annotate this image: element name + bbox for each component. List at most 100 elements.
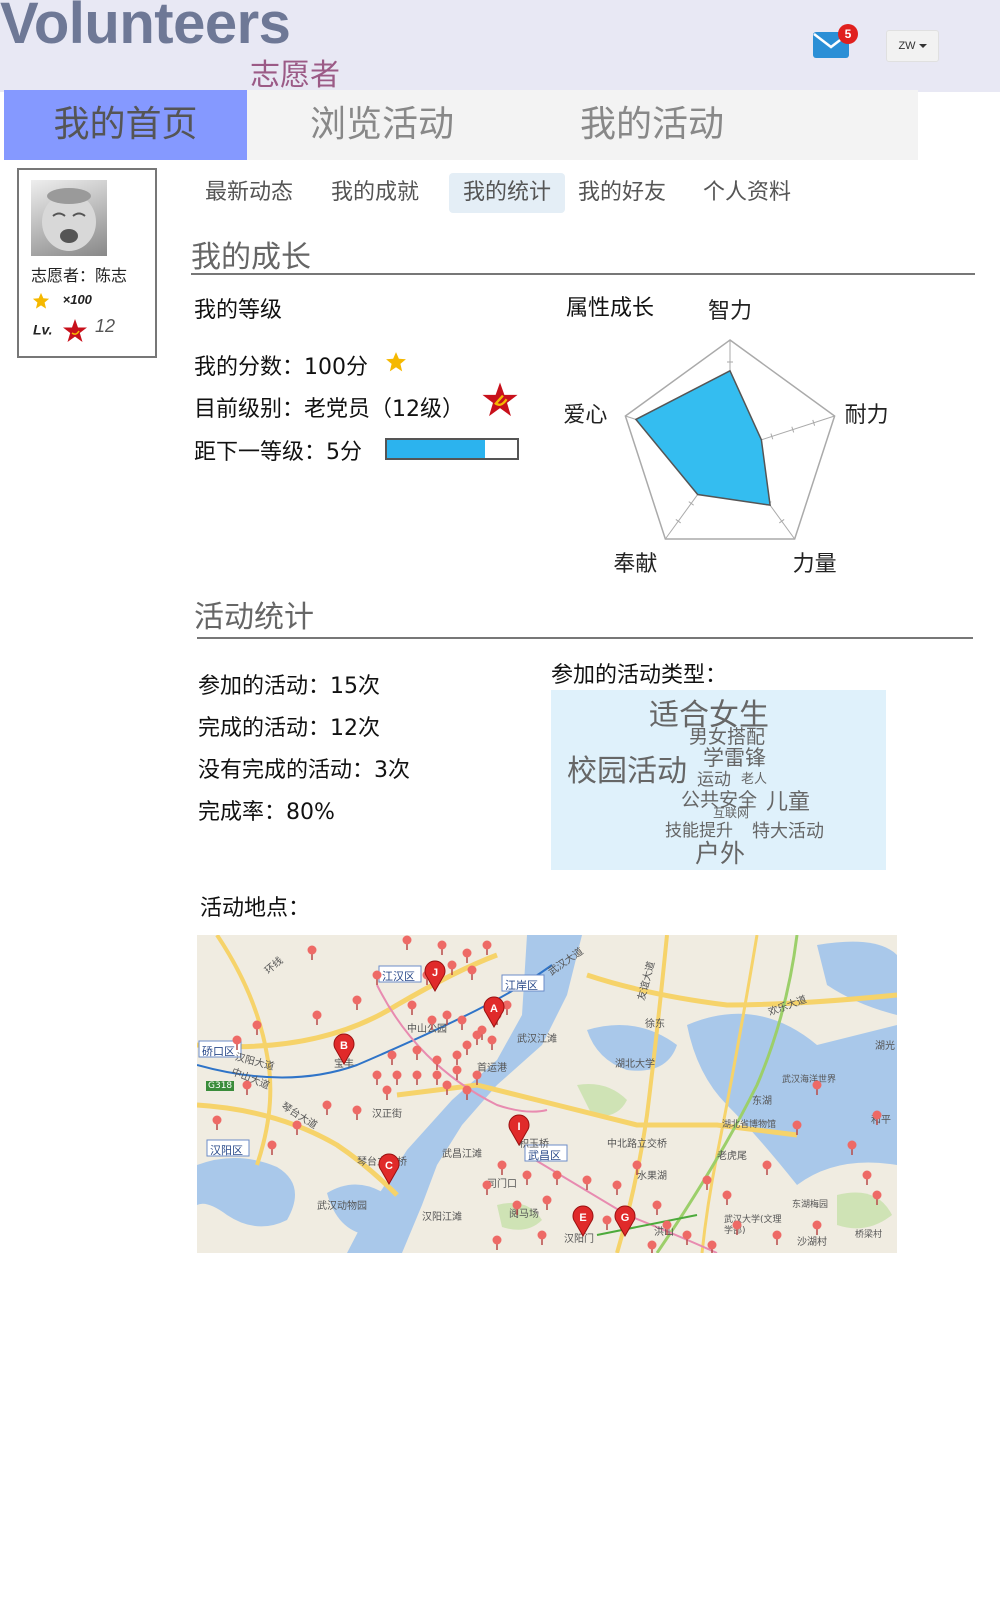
map-location-pin[interactable]: [472, 1070, 482, 1086]
map-location-pin[interactable]: [612, 1180, 622, 1196]
map-location-pin[interactable]: [462, 948, 472, 964]
map-location-pin[interactable]: [662, 1220, 672, 1236]
subtab-achievements[interactable]: 我的成就: [317, 173, 433, 213]
map-location-pin[interactable]: [352, 995, 362, 1011]
map-location-pin[interactable]: [542, 1195, 552, 1211]
map-location-pin[interactable]: [772, 1230, 782, 1246]
completed-count: 完成的活动：12次: [198, 716, 380, 741]
map-location-pin[interactable]: [452, 1050, 462, 1066]
map-location-pin[interactable]: [432, 1070, 442, 1086]
map-location-pin[interactable]: [792, 1120, 802, 1136]
map-location-pin[interactable]: [312, 1010, 322, 1026]
map-location-pin[interactable]: [722, 1190, 732, 1206]
map-marker-a[interactable]: A: [483, 996, 505, 1029]
map-location-pin[interactable]: [707, 1240, 717, 1254]
tab-browse-activities[interactable]: 浏览活动: [247, 90, 517, 160]
tag[interactable]: 户外: [695, 834, 745, 870]
map-location-pin[interactable]: [872, 1110, 882, 1126]
map-location-pin[interactable]: [872, 1190, 882, 1206]
map-location-pin[interactable]: [352, 1105, 362, 1121]
tag[interactable]: 儿童: [766, 784, 810, 816]
growth-divider: [191, 273, 975, 275]
next-level-text: 距下一等级：5分: [194, 440, 362, 465]
subtab-friends[interactable]: 我的好友: [564, 173, 680, 213]
activity-location-map[interactable]: 江汉区 江岸区 硚口区 汉阳区 武昌区 中山公园 汉正街 琴台立交桥 武汉动物园…: [197, 935, 897, 1253]
map-location-pin[interactable]: [602, 1215, 612, 1231]
avatar[interactable]: [31, 180, 107, 256]
map-location-pin[interactable]: [432, 1055, 442, 1071]
map-location-pin[interactable]: [307, 945, 317, 961]
user-menu-button[interactable]: ZW: [886, 30, 939, 62]
radar-axis-label: 力量: [793, 552, 837, 577]
map-location-pin[interactable]: [457, 1015, 467, 1031]
map-location-pin[interactable]: [512, 1200, 522, 1216]
subtab-profile[interactable]: 个人资料: [689, 173, 805, 213]
map-location-pin[interactable]: [427, 1015, 437, 1031]
map-location-pin[interactable]: [552, 1170, 562, 1186]
map-location-pin[interactable]: [487, 1035, 497, 1051]
tab-my-activities[interactable]: 我的活动: [517, 90, 787, 160]
map-location-pin[interactable]: [762, 1160, 772, 1176]
map-location-pin[interactable]: [472, 1030, 482, 1046]
map-marker-e[interactable]: E: [572, 1205, 594, 1238]
map-location-pin[interactable]: [812, 1080, 822, 1096]
map-location-pin[interactable]: [682, 1230, 692, 1246]
tab-home[interactable]: 我的首页: [4, 90, 247, 160]
map-location-pin[interactable]: [382, 1085, 392, 1101]
map-location-pin[interactable]: [482, 940, 492, 956]
map-location-pin[interactable]: [847, 1140, 857, 1156]
radar-axis-label: 奉献: [613, 552, 657, 577]
map-location-pin[interactable]: [437, 940, 447, 956]
rank-text: 目前级别：老党员（12级）: [194, 397, 464, 422]
map-location-pin[interactable]: [452, 1065, 462, 1081]
map-location-pin[interactable]: [392, 1070, 402, 1086]
map-location-pin[interactable]: [267, 1140, 277, 1156]
map-location-pin[interactable]: [632, 1160, 642, 1176]
baby-face-icon: [42, 188, 96, 251]
map-location-pin[interactable]: [492, 1235, 502, 1251]
map-location-pin[interactable]: [252, 1020, 262, 1036]
map-location-pin[interactable]: [537, 1230, 547, 1246]
level-label-text: Lv.: [33, 321, 53, 338]
tag[interactable]: 特大活动: [752, 817, 824, 843]
map-location-pin[interactable]: [292, 1120, 302, 1136]
map-location-pin[interactable]: [462, 1040, 472, 1056]
map-location-pin[interactable]: [412, 1070, 422, 1086]
map-location-pin[interactable]: [652, 1200, 662, 1216]
map-location-pin[interactable]: [862, 1170, 872, 1186]
map-location-pin[interactable]: [522, 1170, 532, 1186]
map-location-pin[interactable]: [387, 1050, 397, 1066]
map-location-pin[interactable]: [497, 1160, 507, 1176]
subtab-latest-news[interactable]: 最新动态: [191, 173, 307, 213]
map-location-pin[interactable]: [812, 1220, 822, 1236]
subtab-statistics[interactable]: 我的统计: [449, 173, 566, 213]
map-location-pin[interactable]: [402, 935, 412, 951]
map-location-pin[interactable]: [582, 1175, 592, 1191]
map-location-pin[interactable]: [442, 1080, 452, 1096]
map-location-pin[interactable]: [467, 965, 477, 981]
map-location-pin[interactable]: [372, 970, 382, 986]
map-marker-j[interactable]: J: [424, 960, 446, 993]
map-location-pin[interactable]: [462, 1085, 472, 1101]
map-marker-i[interactable]: I: [508, 1114, 530, 1147]
map-location-pin[interactable]: [372, 1070, 382, 1086]
map-location-pin[interactable]: [407, 1000, 417, 1016]
map-location-pin[interactable]: [647, 1240, 657, 1254]
map-location-pin[interactable]: [412, 1045, 422, 1061]
map-marker-g[interactable]: G: [614, 1205, 636, 1238]
brand-logo-english[interactable]: Volunteers: [0, 0, 291, 57]
map-location-pin[interactable]: [322, 1100, 332, 1116]
map-marker-c[interactable]: C: [378, 1153, 400, 1186]
map-location-pin[interactable]: [482, 1180, 492, 1196]
map-location-pin[interactable]: [702, 1175, 712, 1191]
map-location-pin[interactable]: [242, 1080, 252, 1096]
map-marker-b[interactable]: B: [333, 1033, 355, 1066]
tag[interactable]: 校园活动: [567, 746, 687, 790]
map-location-pin[interactable]: [447, 960, 457, 976]
map-location-pin[interactable]: [212, 1115, 222, 1131]
map-location-pin[interactable]: [442, 1010, 452, 1026]
map-location-pin[interactable]: [232, 1035, 242, 1051]
radar-axis-label: 耐力: [845, 403, 889, 428]
map-location-pin[interactable]: [732, 1220, 742, 1236]
red-star-icon: [63, 319, 88, 342]
